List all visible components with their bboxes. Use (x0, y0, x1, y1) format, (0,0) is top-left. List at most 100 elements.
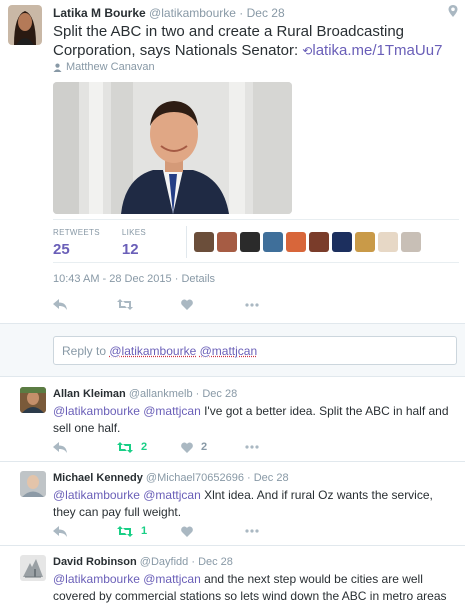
like-button[interactable] (181, 299, 245, 310)
reply-actions: 1 (53, 525, 309, 537)
liker-avatar[interactable] (401, 232, 421, 252)
likes-label: LIKES (121, 228, 147, 237)
reply-author-handle[interactable]: @Michael70652696 (146, 472, 244, 484)
photo-tag[interactable]: Matthew Canavan (53, 61, 155, 73)
separator: · (191, 556, 195, 568)
reply-icon (53, 441, 67, 453)
reply-mentions[interactable]: @latikambourke @mattjcan (53, 572, 201, 586)
like-button[interactable]: 2 (181, 441, 245, 453)
retweet-icon (117, 441, 133, 453)
tweet-header: Latika M Bourke @latikambourke · Dec 28 (53, 6, 285, 20)
tweet-stats: RETWEETS 25 LIKES 12 (53, 228, 168, 258)
reply-author-name[interactable]: David Robinson (53, 556, 137, 568)
stats-divider (186, 226, 187, 258)
details-link[interactable]: Details (181, 273, 215, 285)
reply-avatar[interactable] (20, 387, 46, 413)
link-icon: ⟲ (302, 44, 313, 58)
retweet-icon (117, 525, 133, 537)
separator: · (195, 388, 200, 400)
reply-button[interactable] (53, 299, 117, 310)
like-button[interactable] (181, 525, 245, 537)
reply-author-handle[interactable]: @Dayfidd (140, 556, 188, 568)
tweet-link[interactable]: ⟲latika.me/1TmaUu7 (302, 42, 442, 59)
reply-avatar[interactable] (20, 471, 46, 497)
reply-mention: @latikambourke (109, 344, 197, 358)
retweets-stat[interactable]: RETWEETS 25 (53, 228, 100, 258)
tweet-date[interactable]: Dec 28 (247, 6, 285, 20)
more-icon (245, 529, 259, 533)
liker-avatar[interactable] (332, 232, 352, 252)
retweet-icon (117, 299, 133, 310)
reply-input[interactable]: Reply to @latikambourke @mattjcan (53, 336, 457, 365)
retweet-button[interactable]: 1 (117, 525, 181, 537)
more-icon (245, 302, 259, 307)
reply-text: @latikambourke @mattjcan and the next st… (53, 571, 457, 605)
retweet-button[interactable] (117, 299, 181, 310)
retweets-label: RETWEETS (53, 228, 100, 237)
more-button[interactable] (245, 529, 309, 533)
tweet-actions (53, 299, 309, 310)
author-avatar[interactable] (8, 5, 42, 45)
liker-avatar[interactable] (309, 232, 329, 252)
main-tweet: Latika M Bourke @latikambourke · Dec 28 … (0, 0, 465, 323)
reply-date[interactable]: Dec 28 (254, 472, 289, 484)
retweet-count: 1 (141, 525, 148, 537)
likes-stat[interactable]: LIKES 12 (122, 228, 146, 258)
more-button[interactable] (245, 302, 309, 307)
reply-header: David Robinson @Dayfidd · Dec 28 (53, 556, 233, 568)
tweet-timestamp: 10:43 AM - 28 Dec 2015 · Details (53, 273, 215, 285)
reply-tweet[interactable]: Michael Kennedy @Michael70652696 · Dec 2… (0, 462, 465, 546)
like-count: 2 (201, 441, 208, 453)
tweet-photo[interactable] (53, 82, 292, 214)
likes-count: 12 (121, 241, 139, 258)
retweet-button[interactable]: 2 (117, 441, 181, 453)
tweet-text: Split the ABC in two and create a Rural … (53, 22, 448, 61)
reply-text: @latikambourke @mattjcan I've got a bett… (53, 403, 457, 437)
reply-date[interactable]: Dec 28 (202, 388, 237, 400)
liker-avatar[interactable] (217, 232, 237, 252)
reply-icon (53, 299, 67, 310)
liker-avatar[interactable] (240, 232, 260, 252)
separator: · (247, 472, 251, 484)
separator: · (239, 6, 244, 20)
reply-mentions[interactable]: @latikambourke @mattjcan (53, 404, 201, 418)
liker-avatar[interactable] (378, 232, 398, 252)
reply-mentions[interactable]: @latikambourke @mattjcan (53, 488, 201, 502)
author-name[interactable]: Latika M Bourke (53, 6, 146, 20)
divider (53, 262, 459, 263)
reply-prefix: Reply to (62, 344, 110, 358)
more-button[interactable] (245, 445, 309, 449)
liker-avatar[interactable] (286, 232, 306, 252)
like-icon (181, 441, 193, 453)
reply-date[interactable]: Dec 28 (198, 556, 233, 568)
reply-text: @latikambourke @mattjcan Xlnt idea. And … (53, 487, 457, 521)
pin-icon (447, 4, 459, 18)
reply-tweet[interactable]: David Robinson @Dayfidd · Dec 28 @latika… (0, 546, 465, 611)
reply-tweet[interactable]: Allan Kleiman @allankmelb · Dec 28 @lati… (0, 378, 465, 462)
timestamp-text: 10:43 AM - 28 Dec 2015 (53, 273, 172, 285)
liker-avatar[interactable] (355, 232, 375, 252)
author-handle[interactable]: @latikambourke (149, 6, 236, 20)
reply-author-name[interactable]: Michael Kennedy (53, 472, 143, 484)
reply-actions: 2 2 (53, 441, 309, 453)
like-icon (181, 299, 193, 310)
photo-tag-name: Matthew Canavan (66, 61, 155, 73)
divider (53, 219, 459, 220)
reply-header: Allan Kleiman @allankmelb · Dec 28 (53, 388, 237, 400)
reply-button[interactable] (53, 525, 117, 537)
retweet-count: 2 (141, 441, 148, 453)
reply-button[interactable] (53, 441, 117, 453)
liker-avatar[interactable] (194, 232, 214, 252)
reply-icon (53, 525, 67, 537)
reply-author-name[interactable]: Allan Kleiman (53, 388, 126, 400)
tweet-link-text: latika.me/1TmaUu7 (312, 42, 443, 59)
likers-avatars (194, 232, 421, 252)
reply-author-handle[interactable]: @allankmelb (129, 388, 193, 400)
tweet-permalink: Latika M Bourke @latikambourke · Dec 28 … (0, 0, 465, 611)
user-icon (53, 63, 62, 72)
like-icon (181, 525, 193, 537)
reply-header: Michael Kennedy @Michael70652696 · Dec 2… (53, 472, 289, 484)
liker-avatar[interactable] (263, 232, 283, 252)
reply-avatar[interactable] (20, 555, 46, 581)
reply-mention: @mattjcan (199, 344, 258, 358)
